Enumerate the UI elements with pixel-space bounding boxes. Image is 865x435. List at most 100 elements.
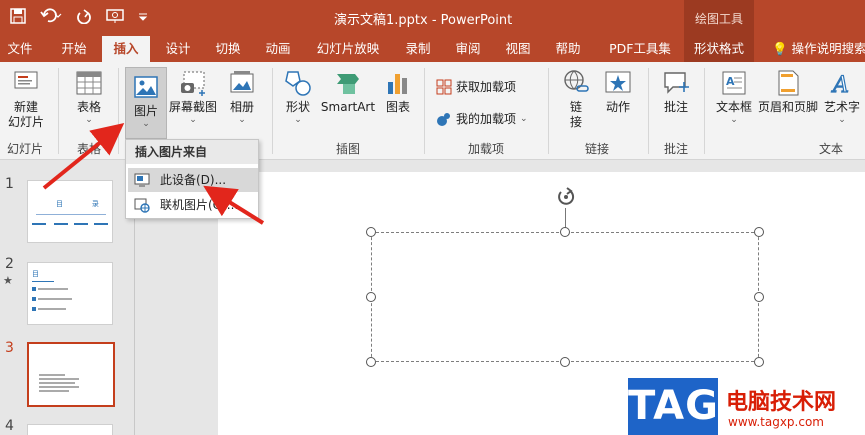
- slide-thumbnail-1[interactable]: 目 录: [27, 180, 113, 243]
- watermark-url: www.tagxp.com: [728, 415, 824, 429]
- thumb-line: [38, 298, 72, 300]
- picture-placeholder-box[interactable]: [371, 232, 759, 362]
- watermark-logo: TAG: [628, 378, 718, 435]
- picture-button[interactable]: 图片 ⌄: [125, 67, 167, 139]
- shapes-label: 形状: [285, 100, 310, 114]
- slide-thumbnail-2[interactable]: 目: [27, 262, 113, 325]
- new-slide-button[interactable]: 新建 幻灯片: [2, 68, 50, 130]
- shapes-button[interactable]: 形状 ⌄: [278, 68, 318, 125]
- tab-home[interactable]: 开始: [52, 36, 96, 62]
- thumb-line: [32, 281, 54, 282]
- comment-button[interactable]: 批注: [658, 68, 694, 115]
- table-button[interactable]: 表格 ⌄: [66, 68, 112, 125]
- slide-thumbnail-pane: 1 目 录 2 ★ 目 3 4: [0, 160, 134, 435]
- comment-label: 批注: [663, 100, 688, 114]
- resize-handle[interactable]: [754, 292, 764, 302]
- tab-view[interactable]: 视图: [496, 36, 540, 62]
- tab-transitions[interactable]: 切换: [206, 36, 250, 62]
- smartart-button[interactable]: SmartArt: [320, 68, 376, 115]
- header-footer-button[interactable]: 页眉和页脚: [756, 68, 820, 115]
- header-footer-icon: [778, 70, 799, 96]
- tab-slideshow[interactable]: 幻灯片放映: [312, 36, 384, 62]
- resize-handle[interactable]: [366, 357, 376, 367]
- rotate-handle-icon[interactable]: [555, 186, 577, 208]
- slide-number: 4: [5, 418, 14, 434]
- context-tool-group: 绘图工具: [684, 0, 754, 36]
- group-divider: [118, 68, 119, 154]
- insert-picture-dropdown: 插入图片来自 此设备(D)... 联机图片(O)...: [125, 139, 259, 219]
- tab-design[interactable]: 设计: [156, 36, 200, 62]
- picture-label: 图片: [133, 104, 158, 118]
- picture-icon: [134, 76, 158, 98]
- thumb-line: [39, 374, 65, 376]
- slide-thumbnail-4[interactable]: [27, 424, 113, 435]
- addins-icon: [437, 112, 450, 126]
- chart-icon: [388, 74, 407, 94]
- chevron-down-icon: ⌄: [189, 115, 197, 125]
- context-group-label: 绘图工具: [694, 12, 743, 26]
- tab-shape-format[interactable]: 形状格式: [684, 36, 754, 62]
- chart-button[interactable]: 图表: [380, 68, 416, 115]
- customize-icon[interactable]: [138, 8, 148, 28]
- resize-handle[interactable]: [754, 227, 764, 237]
- slide-number: 2: [5, 256, 14, 272]
- tab-animations[interactable]: 动画: [256, 36, 300, 62]
- thumb-bullet: [32, 287, 36, 291]
- slide-thumbnail-3[interactable]: [27, 342, 115, 407]
- resize-handle[interactable]: [560, 357, 570, 367]
- get-addins-label: 获取加载项: [456, 80, 517, 94]
- resize-handle[interactable]: [754, 357, 764, 367]
- my-addins-label: 我的加载项: [456, 112, 517, 126]
- tell-me-search[interactable]: 💡 操作说明搜索: [772, 36, 865, 62]
- redo-icon[interactable]: [76, 8, 92, 28]
- thumb-title: 目: [32, 270, 39, 278]
- svg-text:A: A: [726, 75, 735, 88]
- tab-insert[interactable]: 插入: [102, 36, 150, 62]
- chart-label: 图表: [385, 100, 410, 114]
- tab-help[interactable]: 帮助: [546, 36, 590, 62]
- lightbulb-icon: 💡: [772, 41, 788, 56]
- tab-pdf-tools[interactable]: PDF工具集: [600, 36, 680, 62]
- action-button[interactable]: 动作: [600, 68, 636, 115]
- thumb-bullet: [32, 307, 36, 311]
- action-label: 动作: [605, 100, 630, 114]
- album-button[interactable]: 相册 ⌄: [222, 68, 262, 125]
- tab-file[interactable]: 文件: [0, 36, 40, 62]
- wordart-label: 艺术字: [823, 100, 860, 114]
- my-addins-button[interactable]: 我的加载项 ⌄: [436, 110, 528, 127]
- tab-record[interactable]: 录制: [396, 36, 440, 62]
- undo-icon[interactable]: [40, 8, 62, 28]
- resize-handle[interactable]: [560, 227, 570, 237]
- device-icon: [134, 173, 150, 187]
- group-label-addins: 加载项: [467, 142, 504, 156]
- chevron-down-icon: ⌄: [730, 115, 738, 125]
- store-icon: [436, 79, 452, 94]
- dropdown-header: 插入图片来自: [126, 140, 258, 164]
- group-divider: [548, 68, 549, 154]
- present-icon[interactable]: [106, 8, 124, 28]
- menu-item-online-pictures[interactable]: 联机图片(O)...: [128, 193, 258, 217]
- save-icon[interactable]: [10, 8, 26, 28]
- textbox-icon: A: [722, 71, 746, 95]
- group-label-links: 链接: [584, 142, 609, 156]
- tab-review[interactable]: 审阅: [446, 36, 490, 62]
- resize-handle[interactable]: [366, 292, 376, 302]
- screenshot-button[interactable]: 屏幕截图 ⌄: [168, 68, 218, 125]
- svg-text:A: A: [831, 73, 849, 98]
- smartart-icon: [337, 74, 359, 94]
- screenshot-label: 屏幕截图: [168, 100, 217, 114]
- link-button[interactable]: 链 接: [558, 68, 594, 130]
- table-label: 表格: [76, 100, 101, 114]
- resize-handle[interactable]: [366, 227, 376, 237]
- screenshot-icon: [181, 71, 205, 96]
- menu-item-this-device[interactable]: 此设备(D)...: [128, 168, 258, 192]
- thumb-line: [38, 308, 66, 310]
- thumb-line: [38, 288, 68, 290]
- animation-star-icon: ★: [3, 274, 13, 287]
- chevron-down-icon: ⌄: [238, 115, 246, 125]
- document-title: 演示文稿1.pptx - PowerPoint: [334, 13, 513, 28]
- get-addins-button[interactable]: 获取加载项: [436, 78, 516, 95]
- site-watermark: TAG 电脑技术网 www.tagxp.com: [628, 378, 865, 435]
- wordart-button[interactable]: A 艺术字 ⌄: [820, 68, 864, 125]
- textbox-button[interactable]: A 文本框 ⌄: [712, 68, 756, 125]
